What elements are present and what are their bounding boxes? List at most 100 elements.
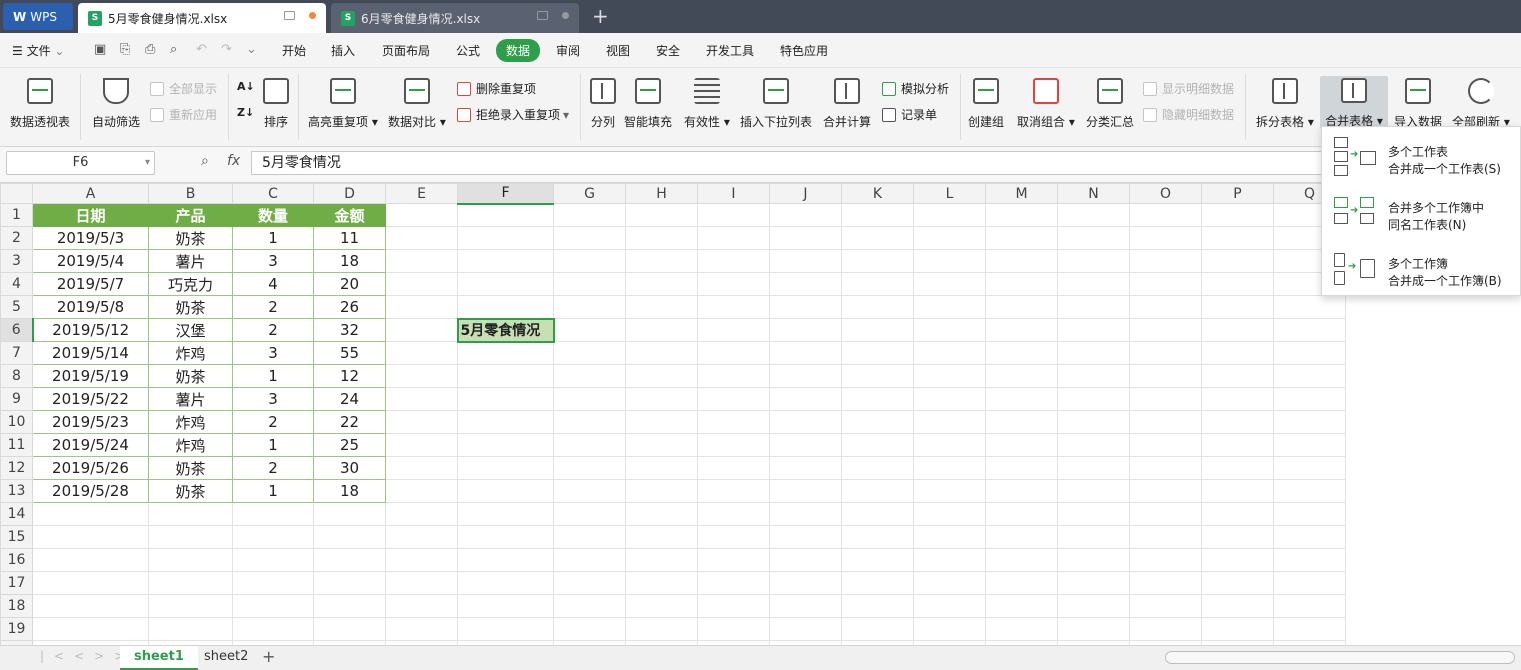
- data-cell[interactable]: 2019/5/8: [32, 295, 149, 319]
- cell[interactable]: [697, 456, 770, 480]
- cell[interactable]: [769, 525, 842, 549]
- cell[interactable]: [697, 525, 770, 549]
- show-all-button[interactable]: 全部显示: [150, 80, 217, 97]
- record-button[interactable]: 记录单: [882, 106, 937, 123]
- cell[interactable]: [1129, 272, 1202, 296]
- column-header-f[interactable]: F: [457, 183, 554, 205]
- data-cell[interactable]: 1: [232, 364, 314, 388]
- cell[interactable]: [841, 479, 914, 503]
- column-header-j[interactable]: J: [769, 183, 842, 204]
- save-icon[interactable]: ▣: [94, 42, 106, 57]
- sort-asc-icon[interactable]: A↓: [237, 80, 255, 93]
- cell[interactable]: [697, 341, 770, 365]
- cell[interactable]: [457, 502, 554, 526]
- cell[interactable]: [1129, 341, 1202, 365]
- cell[interactable]: [1057, 341, 1130, 365]
- consolidate-button[interactable]: 合并计算: [823, 78, 871, 130]
- cell[interactable]: [457, 410, 554, 434]
- cell[interactable]: [625, 341, 698, 365]
- row-header[interactable]: 19: [0, 617, 33, 641]
- menu-formula[interactable]: 公式: [456, 42, 480, 59]
- data-cell[interactable]: 汉堡: [148, 318, 233, 342]
- data-cell[interactable]: 1: [232, 226, 314, 250]
- cell[interactable]: [697, 410, 770, 434]
- cell[interactable]: [1273, 433, 1346, 457]
- print-preview-icon[interactable]: ⌕: [170, 42, 177, 57]
- cell[interactable]: [625, 433, 698, 457]
- cell[interactable]: [697, 479, 770, 503]
- cell[interactable]: [1129, 203, 1202, 227]
- cell[interactable]: [1129, 364, 1202, 388]
- cell[interactable]: [625, 548, 698, 572]
- cell[interactable]: [1201, 318, 1274, 342]
- cell[interactable]: [913, 571, 986, 595]
- cell[interactable]: [313, 548, 386, 572]
- reject-duplicates-button[interactable]: 拒绝录入重复项 ▾: [457, 106, 569, 123]
- cell[interactable]: [457, 387, 554, 411]
- cell[interactable]: [841, 226, 914, 250]
- cell[interactable]: [697, 387, 770, 411]
- cell[interactable]: [913, 295, 986, 319]
- data-cell[interactable]: 30: [313, 456, 386, 480]
- cell[interactable]: [625, 272, 698, 296]
- cell[interactable]: [232, 571, 314, 595]
- what-if-button[interactable]: 模拟分析: [882, 80, 949, 97]
- cell[interactable]: [913, 249, 986, 273]
- cell[interactable]: [1273, 525, 1346, 549]
- column-header-a[interactable]: A: [32, 183, 149, 204]
- cell[interactable]: [913, 548, 986, 572]
- cell[interactable]: [769, 318, 842, 342]
- fx-icon[interactable]: fx: [227, 153, 240, 169]
- cell[interactable]: [769, 249, 842, 273]
- cell[interactable]: [913, 364, 986, 388]
- cell[interactable]: [1201, 594, 1274, 618]
- cell[interactable]: [1057, 226, 1130, 250]
- undo-icon[interactable]: ↶: [196, 42, 207, 57]
- cell[interactable]: [553, 249, 626, 273]
- menu-start[interactable]: 开始: [282, 42, 306, 59]
- column-header-i[interactable]: I: [697, 183, 770, 204]
- redo-icon[interactable]: ↷: [221, 42, 232, 57]
- ungroup-button[interactable]: 取消组合 ▾: [1017, 78, 1075, 130]
- cell[interactable]: [232, 594, 314, 618]
- data-cell[interactable]: 32: [313, 318, 386, 342]
- cell[interactable]: [769, 364, 842, 388]
- data-cell[interactable]: 2019/5/22: [32, 387, 149, 411]
- cell[interactable]: [232, 617, 314, 641]
- cell[interactable]: [769, 479, 842, 503]
- cell[interactable]: [625, 387, 698, 411]
- cell[interactable]: [769, 203, 842, 227]
- row-header[interactable]: 11: [0, 433, 33, 457]
- data-cell[interactable]: 3: [232, 387, 314, 411]
- column-header-b[interactable]: B: [148, 183, 233, 204]
- cell[interactable]: [769, 456, 842, 480]
- cell[interactable]: [1129, 433, 1202, 457]
- cell[interactable]: [625, 410, 698, 434]
- data-cell[interactable]: 薯片: [148, 249, 233, 273]
- merge-sheets-item[interactable]: ➜ 多个工作表 合并成一个工作表(S): [1322, 129, 1521, 183]
- cell[interactable]: [841, 525, 914, 549]
- cell[interactable]: [385, 364, 458, 388]
- cell[interactable]: [1273, 387, 1346, 411]
- menu-data[interactable]: 数据: [496, 39, 541, 62]
- data-cell[interactable]: 2019/5/12: [32, 318, 149, 342]
- cell[interactable]: [625, 203, 698, 227]
- spreadsheet-grid[interactable]: ABCDEFGHIJKLMNOPQ 1 日期 产品 数量 金额 2 2019/5/3 奶茶 1 1…: [0, 183, 1521, 645]
- cell[interactable]: [769, 387, 842, 411]
- cell[interactable]: [697, 502, 770, 526]
- cell[interactable]: [457, 364, 554, 388]
- cell[interactable]: [913, 525, 986, 549]
- data-cell[interactable]: 2019/5/3: [32, 226, 149, 250]
- data-cell[interactable]: 12: [313, 364, 386, 388]
- cell[interactable]: [385, 295, 458, 319]
- cell[interactable]: [1201, 456, 1274, 480]
- cell[interactable]: [985, 387, 1058, 411]
- cell[interactable]: [841, 272, 914, 296]
- data-cell[interactable]: 18: [313, 479, 386, 503]
- cell[interactable]: [1057, 364, 1130, 388]
- cell[interactable]: [1201, 364, 1274, 388]
- cell[interactable]: [913, 502, 986, 526]
- cell[interactable]: [697, 318, 770, 342]
- row-header[interactable]: 3: [0, 249, 33, 273]
- cell[interactable]: [553, 387, 626, 411]
